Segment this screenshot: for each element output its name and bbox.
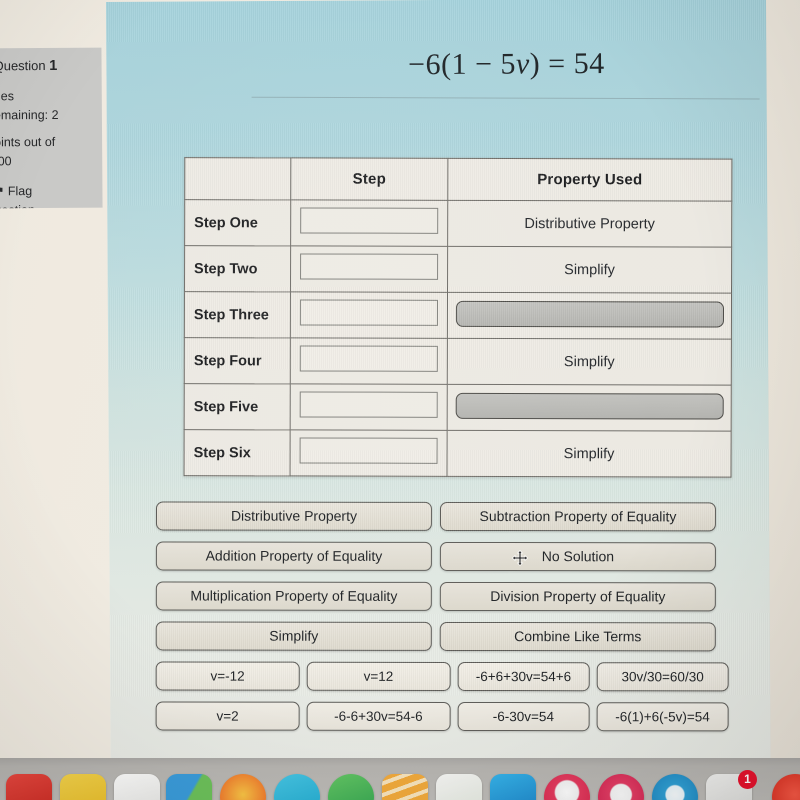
notification-badge: 1 (738, 770, 757, 789)
row-label-step-one: Step One (184, 199, 291, 246)
red-app-icon[interactable] (6, 774, 52, 800)
blue-drop-icon[interactable] (652, 774, 698, 800)
row-label-step-four: Step Four (184, 337, 291, 384)
points-value: .00 (0, 154, 12, 169)
answer-bank-row: Addition Property of Equality No Solutio… (155, 541, 736, 572)
flag-question-link[interactable]: ⚑ Flag (0, 181, 97, 200)
pink-app-icon[interactable] (598, 774, 644, 800)
property-dropzone-3[interactable] (455, 300, 724, 328)
property-dropzone-cell-5[interactable] (447, 384, 732, 432)
answer-tile-v-equals-12[interactable]: v=12 (306, 661, 451, 691)
property-cell-4: Simplify (447, 338, 732, 386)
horizontal-divider (251, 96, 760, 100)
question-label: Question (0, 57, 46, 74)
flag-icon: ⚑ (0, 185, 5, 198)
table-row: Step Five (184, 383, 732, 432)
answer-tile-eq-30v-over-30[interactable]: 30v/30=60/30 (596, 662, 729, 692)
cyan-app-icon[interactable] (274, 774, 320, 800)
tries-remaining: emaining: 2 (0, 107, 59, 122)
question-number: 1 (49, 57, 58, 74)
points-label: oints out of (0, 135, 56, 150)
step-dropbox-1[interactable] (300, 207, 439, 234)
app-dock: 1 (0, 758, 800, 800)
property-cell-1: Distributive Property (447, 200, 732, 248)
tries-label: ries (0, 88, 14, 104)
row-label-step-five: Step Five (184, 383, 291, 430)
chart-app-icon[interactable] (436, 774, 482, 800)
table-row: Step Three (184, 291, 732, 340)
answer-tile-subtraction-property-of-equality[interactable]: Subtraction Property of Equality (439, 501, 717, 532)
question-equation: −6(1 − 5v) = 54 (346, 47, 666, 83)
orange-photos-icon[interactable] (220, 774, 266, 800)
property-dropzone-5[interactable] (455, 392, 724, 420)
header-blank (184, 157, 291, 200)
answer-bank: Distributive Property Subtraction Proper… (155, 501, 736, 742)
table-row: Step Two Simplify (184, 245, 732, 294)
question-info-panel: Question 1 ries emaining: 2 oints out of… (0, 47, 103, 209)
gallery-app-icon[interactable] (490, 774, 536, 800)
table-row: Step One Distributive Property (184, 199, 732, 248)
property-cell-2: Simplify (447, 246, 732, 294)
green-app-icon[interactable] (328, 774, 374, 800)
step-dropbox-cell-4[interactable] (290, 337, 448, 385)
answer-tile-eq-neg6-minus6-plus30v[interactable]: -6-6+30v=54-6 (306, 701, 451, 731)
answer-tile-v-equals-2[interactable]: v=2 (155, 701, 300, 731)
answer-tile-simplify[interactable]: Simplify (155, 621, 432, 651)
answer-tile-addition-property-of-equality[interactable]: Addition Property of Equality (155, 541, 432, 571)
answer-bank-row: v=2 -6-6+30v=54-6 -6-30v=54 -6(1)+6(-5v)… (155, 701, 736, 732)
property-cell-6: Simplify (447, 430, 732, 478)
step-dropbox-cell-2[interactable] (290, 245, 448, 293)
answer-bank-row: Distributive Property Subtraction Proper… (155, 501, 736, 532)
answer-tile-multiplication-property-of-equality[interactable]: Multiplication Property of Equality (155, 581, 432, 611)
steps-table: Step Property Used Step One Distributive… (183, 157, 733, 478)
answer-tile-eq-neg6-plus6-plus30v[interactable]: -6+6+30v=54+6 (457, 661, 590, 692)
question-header: Question 1 (0, 56, 96, 78)
yellow-notes-icon[interactable] (60, 774, 106, 800)
answer-tile-eq-neg6-distributed[interactable]: -6(1)+6(-5v)=54 (596, 702, 729, 732)
step-dropbox-2[interactable] (300, 253, 439, 280)
step-dropbox-5[interactable] (299, 391, 438, 418)
blue-green-app-icon[interactable] (166, 774, 212, 800)
row-label-step-six: Step Six (184, 429, 291, 476)
header-step: Step (290, 157, 448, 201)
table-body: Step One Distributive Property Step Two … (184, 199, 732, 478)
equation-prefix: −6(1 − 5 (407, 47, 517, 82)
answer-tile-distributive-property[interactable]: Distributive Property (155, 501, 433, 531)
quiz-page: −6(1 − 5v) = 54 Step Property Used Step … (106, 0, 771, 771)
photographed-screen: −6(1 − 5v) = 54 Step Property Used Step … (0, 0, 800, 800)
step-dropbox-6[interactable] (299, 437, 438, 464)
move-cursor-icon (511, 549, 529, 567)
step-dropbox-cell-3[interactable] (290, 291, 448, 339)
step-dropbox-cell-1[interactable] (290, 199, 448, 247)
white-docs-icon[interactable] (114, 774, 160, 800)
red-smile-icon[interactable] (544, 774, 590, 800)
step-dropbox-4[interactable] (299, 345, 438, 372)
table-row: Step Six Simplify (184, 429, 732, 478)
equation-variable: v (515, 47, 530, 81)
orange-stripes-icon[interactable] (382, 774, 428, 800)
header-property-used: Property Used (447, 158, 732, 202)
answer-tile-v-equals-neg-12[interactable]: v=-12 (155, 661, 300, 691)
flag-label-second-line: uestion (0, 200, 97, 209)
step-dropbox-cell-5[interactable] (290, 383, 448, 431)
flag-label: Flag (7, 183, 33, 199)
table-row: Step Four Simplify (184, 337, 732, 386)
answer-tile-combine-like-terms[interactable]: Combine Like Terms (439, 621, 716, 652)
row-label-step-two: Step Two (184, 245, 291, 292)
answer-bank-row: v=-12 v=12 -6+6+30v=54+6 30v/30=60/30 (155, 661, 736, 692)
row-label-step-three: Step Three (184, 291, 291, 338)
equation-suffix: ) = 54 (529, 46, 605, 81)
answer-bank-row: Simplify Combine Like Terms (155, 621, 736, 652)
answer-bank-row: Multiplication Property of Equality Divi… (155, 581, 736, 612)
table-header-row: Step Property Used (184, 157, 732, 202)
property-dropzone-cell-3[interactable] (447, 292, 732, 340)
answer-tile-division-property-of-equality[interactable]: Division Property of Equality (439, 581, 716, 612)
step-dropbox-cell-6[interactable] (290, 429, 448, 477)
answer-tile-eq-neg6-minus30v[interactable]: -6-30v=54 (457, 701, 590, 732)
step-dropbox-3[interactable] (299, 299, 438, 326)
answer-tile-no-solution[interactable]: No Solution (439, 541, 716, 572)
red-circle-icon[interactable] (772, 774, 800, 800)
